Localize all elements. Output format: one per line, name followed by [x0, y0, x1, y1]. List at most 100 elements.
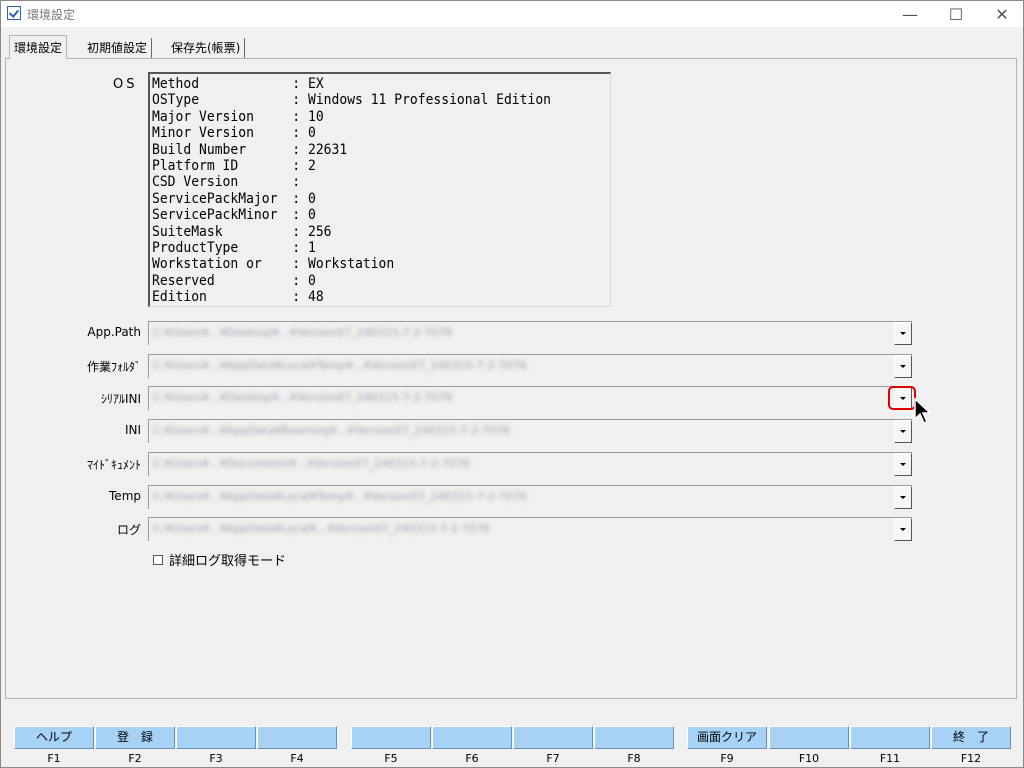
- temp-value: C:¥Users¥...¥AppData¥Local¥Temp¥...¥Vers…: [153, 489, 527, 503]
- highlight-box: [888, 386, 916, 410]
- os-info-row: Edition:48: [152, 289, 610, 305]
- maximize-button[interactable]: ☐: [933, 1, 979, 27]
- os-info-row: Platform ID:2: [152, 158, 610, 174]
- os-label: OS: [113, 77, 138, 92]
- tab-environment[interactable]: 環境設定: [9, 35, 68, 59]
- ini-combo[interactable]: C:¥Users¥...¥AppData¥Roaming¥...¥Version…: [148, 419, 912, 444]
- detail-log-checkbox[interactable]: [153, 554, 163, 565]
- app-checkmark-icon: [7, 6, 21, 20]
- tab-initial-values[interactable]: 初期値設定: [83, 38, 153, 58]
- work-folder-value: C:¥Users¥...¥AppData¥Local¥Temp¥...¥Vers…: [153, 358, 527, 372]
- os-info-row: SuiteMask:256: [152, 224, 610, 240]
- my-documents-combo[interactable]: C:¥Users¥...¥Documents¥...¥Version07_240…: [148, 451, 912, 476]
- function-key-bar: ヘルプ F1 登 録 F2 F3 F4 F5 F6 F7 F8 画面クリア F9 F10 F11 終 了 F1…: [1, 725, 1023, 767]
- fkey-button-f1[interactable]: ヘルプ: [14, 726, 94, 749]
- log-value: C:¥Users¥...¥AppData¥Local¥...¥Version07…: [153, 522, 491, 536]
- os-info-row: Major Version:10: [152, 109, 610, 125]
- fkey-label-f10: F10: [798, 752, 820, 765]
- fkey-label-f11: F11: [879, 752, 901, 765]
- os-info-key: ProductType: [152, 239, 239, 256]
- fkey-label-f4: F4: [290, 752, 304, 765]
- fkey-button-f5[interactable]: [351, 726, 431, 749]
- close-button[interactable]: ✕: [979, 1, 1023, 27]
- serial-ini-value: C:¥Users¥...¥Desktop¥...¥Version07_24031…: [153, 391, 453, 405]
- os-info-row: Workstation or: Workstation: [152, 256, 610, 272]
- tab-save-destination[interactable]: 保存先(帳票): [167, 38, 246, 58]
- os-info-key: Platform ID: [152, 157, 239, 174]
- log-combo[interactable]: C:¥Users¥...¥AppData¥Local¥...¥Version07…: [148, 517, 912, 542]
- work-folder-combo[interactable]: C:¥Users¥...¥AppData¥Local¥Temp¥...¥Vers…: [148, 353, 912, 378]
- os-info-row: CSD Version:: [152, 174, 610, 190]
- os-info-value: 0: [308, 207, 316, 224]
- close-icon: ✕: [995, 4, 1009, 24]
- os-info-separator: :: [292, 76, 301, 92]
- os-info-key: ServicePackMajor: [152, 190, 278, 207]
- os-info-key: Edition: [152, 289, 207, 306]
- os-info-key: OSType: [152, 92, 200, 109]
- os-info-separator: :: [292, 141, 301, 158]
- ini-label: INI: [124, 423, 141, 438]
- os-info-key: CSD Version: [152, 174, 239, 191]
- settings-window: 環境設定 — ☐ ✕ 環境設定 初期値設定 保存先(帳票) OS Method:…: [0, 0, 1024, 768]
- mouse-cursor-icon: [914, 397, 932, 424]
- log-label: ログ: [116, 523, 141, 538]
- fkey-label-f7: F7: [546, 752, 560, 765]
- fkey-button-f8[interactable]: [594, 726, 674, 749]
- os-info-key: Build Number: [152, 141, 247, 158]
- temp-combo[interactable]: C:¥Users¥...¥AppData¥Local¥Temp¥...¥Vers…: [148, 484, 912, 509]
- log-dropdown-button[interactable]: [894, 518, 912, 542]
- os-info-row: ServicePackMinor:0: [152, 207, 610, 223]
- os-info-value: Workstation: [308, 256, 395, 273]
- fkey-button-f10[interactable]: [769, 726, 849, 749]
- ini-value: C:¥Users¥...¥AppData¥Roaming¥...¥Version…: [153, 424, 511, 438]
- os-info-value: 22631: [308, 141, 348, 158]
- os-info-value: 48: [308, 289, 324, 306]
- os-info-row: ProductType:1: [152, 240, 610, 256]
- detail-log-label: 詳細ログ取得モード: [169, 554, 287, 569]
- app-path-dropdown-button[interactable]: [894, 322, 912, 345]
- os-info-row: Reserved:0: [152, 273, 610, 289]
- fkey-button-f4[interactable]: [257, 726, 337, 749]
- temp-dropdown-button[interactable]: [894, 485, 912, 509]
- fkey-button-f7[interactable]: [513, 726, 593, 749]
- os-info-row: Build Number:22631: [152, 142, 610, 158]
- detail-log-option[interactable]: 詳細ログ取得モード: [153, 550, 286, 569]
- os-info-separator: :: [292, 174, 301, 191]
- fkey-button-f6[interactable]: [432, 726, 512, 749]
- os-info-key: Method: [152, 76, 200, 92]
- minimize-icon: —: [902, 4, 918, 24]
- fkey-button-f9[interactable]: 画面クリア: [687, 726, 767, 749]
- serial-ini-combo[interactable]: C:¥Users¥...¥Desktop¥...¥Version07_24031…: [148, 386, 912, 411]
- tab-strip: 環境設定 初期値設定 保存先(帳票): [5, 35, 1015, 59]
- work-folder-label: 作業ﾌｫﾙﾀﾞ: [86, 359, 141, 374]
- fkey-button-f12[interactable]: 終 了: [931, 726, 1011, 749]
- os-info-key: Reserved: [152, 272, 215, 289]
- os-info-value: 10: [308, 108, 324, 125]
- fkey-label-f9: F9: [720, 752, 734, 765]
- fkey-label-f1: F1: [47, 752, 61, 765]
- app-path-combo[interactable]: C:¥Users¥...¥Desktop¥...¥Version07_24031…: [148, 321, 912, 345]
- fkey-button-f2[interactable]: 登 録: [95, 726, 175, 749]
- serial-ini-label: ｼﾘｱﾙINI: [100, 392, 141, 407]
- fkey-label-f8: F8: [627, 752, 641, 765]
- os-info-row: Minor Version:0: [152, 125, 610, 141]
- minimize-button[interactable]: —: [887, 1, 933, 27]
- os-info-box: Method: EX OSType: Windows 11 Professional …: [148, 72, 611, 307]
- work-folder-dropdown-button[interactable]: [894, 354, 912, 378]
- ini-dropdown-button[interactable]: [894, 420, 912, 444]
- os-info-separator: :: [292, 190, 301, 207]
- my-documents-dropdown-button[interactable]: [894, 452, 912, 476]
- fkey-label-f12: F12: [960, 752, 982, 765]
- os-info-value: EX: [308, 76, 324, 92]
- maximize-icon: ☐: [948, 4, 964, 24]
- fkey-button-f3[interactable]: [176, 726, 256, 749]
- os-info-value: Windows 11 Professional Edition: [308, 92, 552, 109]
- os-info-key: Major Version: [152, 108, 254, 125]
- os-info-separator: :: [292, 207, 301, 224]
- fkey-button-f11[interactable]: [850, 726, 930, 749]
- os-info-row: OSType: Windows 11 Professional Edition: [152, 92, 610, 108]
- os-info-separator: :: [292, 157, 301, 174]
- os-info-key: Workstation or: [152, 256, 262, 273]
- os-info-separator: :: [292, 125, 301, 142]
- title-bar: 環境設定 — ☐ ✕: [1, 1, 1023, 27]
